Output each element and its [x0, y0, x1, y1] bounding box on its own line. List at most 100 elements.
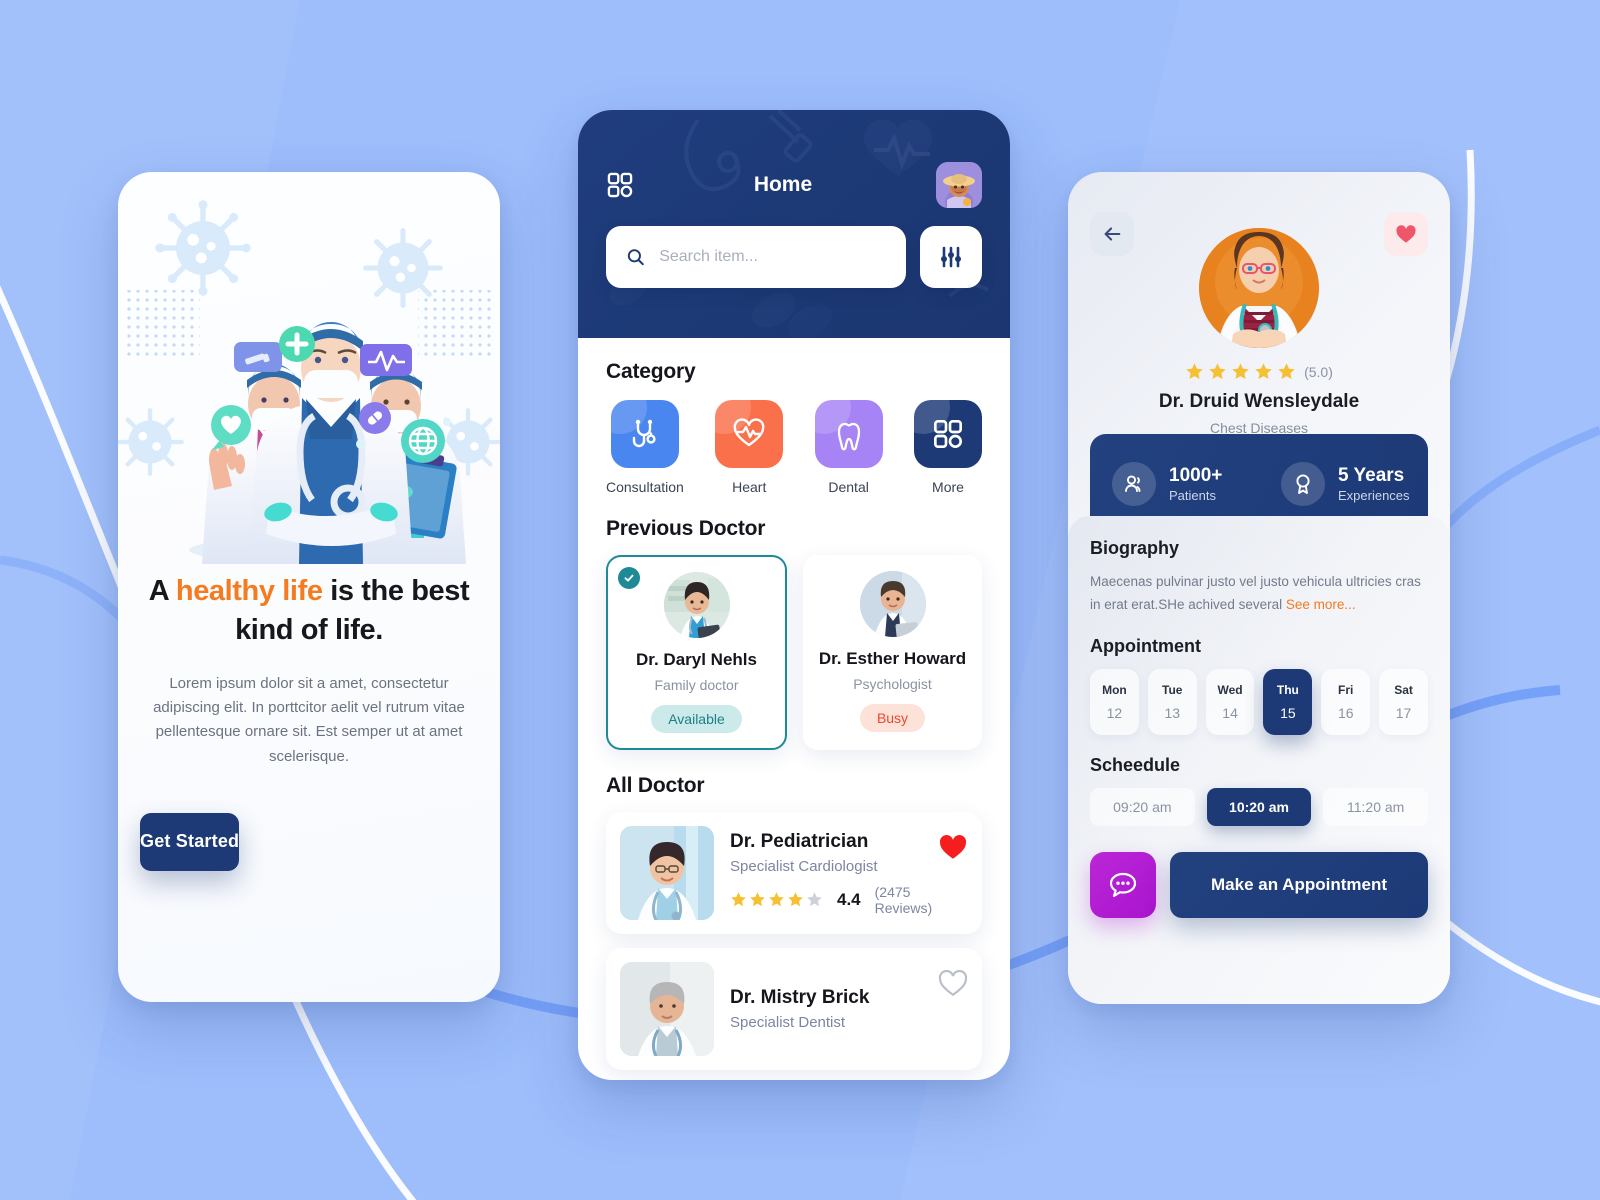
category-section-title: Category — [606, 360, 696, 383]
category-tile — [814, 400, 883, 468]
category-tile — [914, 400, 982, 468]
onboarding-screen: A healthy life is the best kind of life.… — [118, 172, 500, 1002]
day-name: Fri — [1338, 683, 1354, 698]
star-icon — [1186, 363, 1203, 380]
category-label: Heart — [732, 479, 767, 495]
heartbeat-icon — [733, 418, 765, 447]
day-option-mon[interactable]: Mon 12 — [1090, 669, 1139, 736]
doctor-list-item-2[interactable]: Dr. Mistry Brick Specialist Dentist — [606, 948, 982, 1070]
doctor-specialty: Chest Diseases — [1209, 420, 1309, 436]
get-started-button[interactable]: Get Started — [140, 812, 240, 871]
search-input[interactable] — [659, 248, 886, 266]
time-slot-1[interactable]: 09:20 am — [1090, 788, 1195, 827]
doctor-name: Dr. Esther Howard — [818, 649, 967, 668]
stat-patients: 1000+ Patients — [1090, 462, 1259, 506]
chat-bubble-icon — [1109, 873, 1137, 898]
day-date: 12 — [1106, 705, 1123, 722]
previous-doctor-list: Dr. Daryl Nehls Family doctor Available — [606, 555, 982, 750]
day-name: Sat — [1394, 683, 1413, 698]
doctor-photo — [859, 571, 926, 637]
time-slot-2[interactable]: 10:20 am — [1206, 788, 1312, 827]
heart-filled-icon — [939, 835, 967, 859]
doctor-detail-screen: (5.0) Dr. Druid Wensleydale Chest Diseas… — [1068, 172, 1450, 1004]
avatar[interactable] — [936, 162, 982, 208]
rating-score: 4.4 — [837, 889, 861, 909]
grid-more-icon — [934, 420, 962, 448]
time-slot-3[interactable]: 11:20 am — [1323, 788, 1429, 827]
stat-experience: 5 Years Experiences — [1259, 462, 1428, 506]
heart-outline-icon — [938, 969, 968, 997]
stat-label: Patients — [1169, 488, 1216, 504]
previous-doctor-card-2[interactable]: Dr. Esther Howard Psychologist Busy — [803, 555, 982, 750]
category-tile — [610, 400, 679, 468]
day-option-thu[interactable]: Thu 15 — [1263, 669, 1313, 736]
doctor-photo — [620, 962, 714, 1056]
day-date: 16 — [1337, 705, 1354, 722]
star-icon — [731, 892, 746, 907]
doctor-name: Dr. Druid Wensleydale — [1158, 391, 1360, 412]
day-name: Thu — [1276, 683, 1299, 698]
category-label: More — [932, 479, 964, 495]
category-label: Dental — [828, 479, 869, 495]
category-item-more[interactable]: More — [914, 400, 982, 495]
star-icon — [788, 892, 803, 907]
favorite-button[interactable] — [938, 968, 968, 1003]
previous-doctor-section-title: Previous Doctor — [606, 517, 766, 540]
sliders-filter-icon — [941, 246, 961, 268]
star-icon — [769, 892, 784, 907]
review-count: (2475 Reviews) — [874, 883, 933, 916]
search-bar[interactable] — [606, 226, 906, 288]
day-name: Mon — [1102, 683, 1127, 698]
doctors-team-illustration — [118, 172, 500, 572]
favorite-button[interactable] — [938, 832, 968, 867]
filter-button[interactable] — [920, 226, 982, 288]
biography-text: Maecenas pulvinar justo vel justo vehicu… — [1090, 570, 1428, 616]
page-title: Home — [753, 173, 813, 196]
day-option-sat[interactable]: Sat 17 — [1379, 669, 1428, 736]
day-option-tue[interactable]: Tue 13 — [1147, 669, 1197, 736]
rating-stars: (5.0) — [1090, 362, 1428, 381]
see-more-link[interactable]: See more... — [1286, 597, 1356, 612]
category-list: Consultation Heart Dental More — [606, 400, 982, 495]
appointment-title: Appointment — [1090, 636, 1201, 657]
stat-label: Experiences — [1338, 488, 1410, 504]
stat-value: 1000+ — [1169, 464, 1223, 486]
tooth-icon — [837, 422, 860, 451]
award-icon — [1281, 462, 1325, 506]
doctor-name: Dr. Pediatrician — [730, 830, 869, 852]
day-option-fri[interactable]: Fri 16 — [1321, 669, 1371, 736]
all-doctor-section-title: All Doctor — [606, 774, 705, 797]
heart-filled-icon — [1396, 225, 1416, 243]
status-badge: Available — [651, 705, 742, 733]
day-option-wed[interactable]: Wed 14 — [1205, 669, 1255, 736]
day-name: Tue — [1162, 683, 1183, 698]
stethoscope-icon — [632, 419, 656, 448]
make-appointment-button[interactable]: Make an Appointment — [1170, 852, 1428, 919]
back-button[interactable] — [1090, 212, 1134, 256]
previous-doctor-card-1[interactable]: Dr. Daryl Nehls Family doctor Available — [606, 555, 787, 750]
doctor-photo — [620, 826, 714, 920]
doctor-name: Dr. Mistry Brick — [730, 987, 870, 1008]
doctor-name: Dr. Daryl Nehls — [636, 650, 757, 669]
detail-sheet: Biography Maecenas pulvinar justo vel ju… — [1068, 516, 1450, 1004]
category-item-dental[interactable]: Dental — [814, 400, 883, 495]
doctor-list-item-1[interactable]: Dr. Pediatrician Specialist Cardiologist… — [606, 812, 982, 934]
doctor-avatar — [1199, 228, 1319, 348]
stat-value: 5 Years — [1338, 464, 1405, 486]
star-icon — [1209, 363, 1226, 380]
headline-highlight: healthy life — [175, 575, 323, 607]
rating-value: (5.0) — [1304, 363, 1333, 380]
favorite-button[interactable] — [1384, 212, 1428, 256]
category-item-consultation[interactable]: Consultation — [606, 400, 684, 495]
doctor-photo — [663, 572, 730, 638]
home-screen: Home Search item... Category Consultatio… — [578, 110, 1010, 1080]
chat-button[interactable] — [1090, 852, 1156, 919]
star-icon — [750, 892, 765, 907]
patients-icon — [1112, 462, 1156, 506]
arrow-left-icon — [1104, 227, 1121, 241]
headline-part-1: A — [148, 575, 176, 607]
star-icon-empty — [807, 892, 822, 907]
day-date: 13 — [1164, 705, 1181, 722]
category-item-heart[interactable]: Heart — [715, 400, 784, 495]
star-icon — [1278, 363, 1295, 380]
